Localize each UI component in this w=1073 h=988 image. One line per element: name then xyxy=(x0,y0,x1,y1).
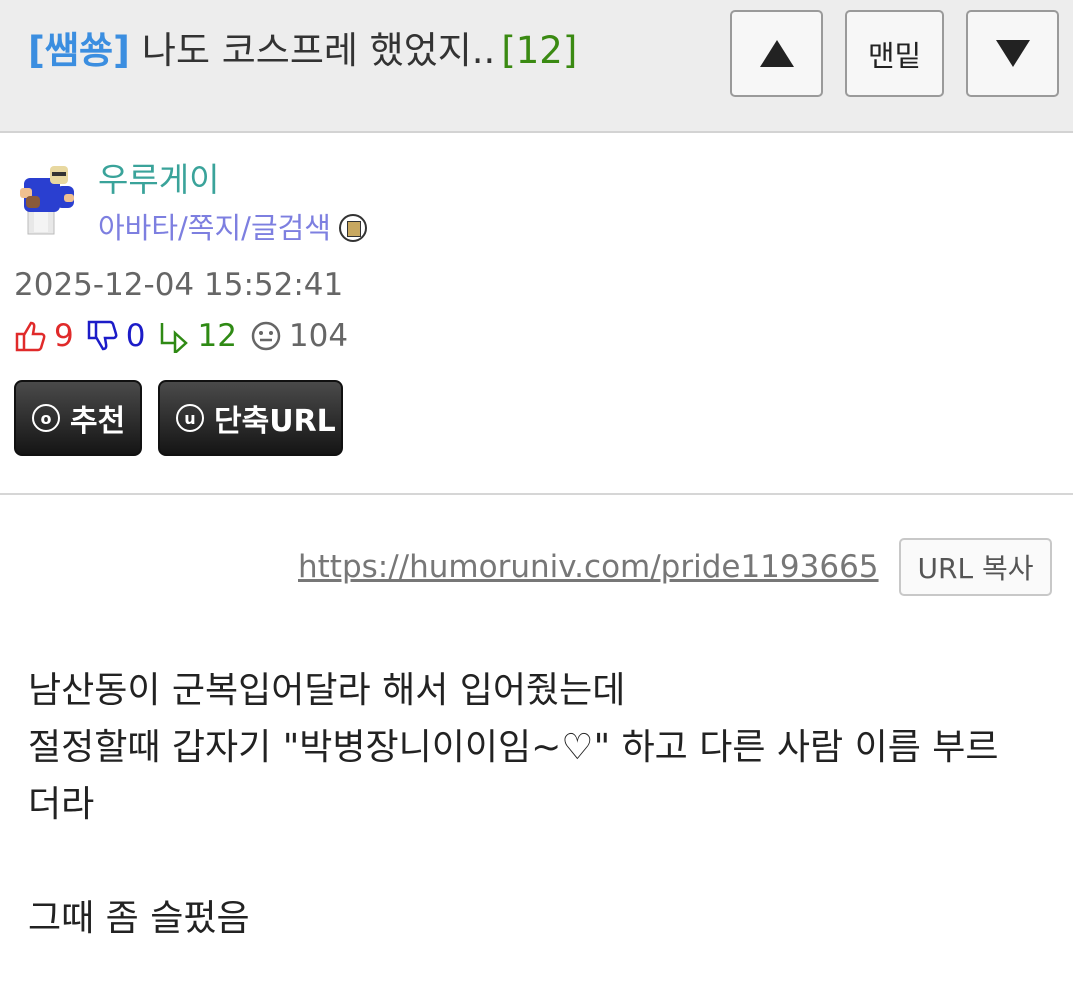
dislike-count: 0 xyxy=(125,318,146,354)
thumbs-down-icon xyxy=(87,320,118,351)
triangle-up-icon xyxy=(759,40,794,67)
short-url-button[interactable]: u 단축URL xyxy=(158,380,343,456)
scroll-up-button[interactable] xyxy=(730,10,823,97)
like-count: 9 xyxy=(54,318,74,354)
post-body: 남산동이 군복입어달라 해서 입어줬는데 절정할때 갑자기 "박병장니이이임~♡… xyxy=(28,662,1068,947)
reply-arrow-icon xyxy=(161,323,189,353)
body-line: 남산동이 군복입어달라 해서 입어줬는데 xyxy=(28,670,626,711)
view-count: 104 xyxy=(288,318,349,354)
recommend-button[interactable]: o 추천 xyxy=(14,380,142,456)
body-line: 더라 xyxy=(28,784,95,825)
short-url-label: 단축URL xyxy=(214,404,336,439)
thumbs-up-icon xyxy=(15,321,46,352)
author-menu-links[interactable]: 아바타/쪽지/글검색 xyxy=(98,210,331,246)
reply-count-stat: 12 xyxy=(197,318,237,354)
reply-count: [12] xyxy=(501,29,578,72)
triangle-down-icon xyxy=(995,40,1030,67)
body-line: 그때 좀 슬펐음 xyxy=(28,898,250,939)
scroll-bottom-button[interactable]: 맨밑 xyxy=(845,10,944,97)
short-url-icon: u xyxy=(176,404,204,432)
post-category: [쌤쑝] xyxy=(28,29,130,72)
scroll-down-button[interactable] xyxy=(966,10,1059,97)
copy-url-button[interactable]: URL 복사 xyxy=(899,538,1052,596)
post-header-bar: [쌤쑝] 나도 코스프레 했었지.. [12] 맨밑 xyxy=(0,0,1073,133)
recommend-icon: o xyxy=(32,404,60,432)
author-name[interactable]: 우루게이 xyxy=(98,160,219,200)
post-url-link[interactable]: https://humoruniv.com/pride1193665 xyxy=(298,548,879,586)
recommend-label: 추천 xyxy=(70,404,126,439)
level-badge-icon xyxy=(338,214,367,242)
body-line: 절정할때 갑자기 "박병장니이이임~♡" 하고 다른 사람 이름 부르 xyxy=(28,727,999,768)
pixel-avatar-icon[interactable] xyxy=(20,164,78,238)
post-stats: 9 0 12 104 xyxy=(14,318,360,354)
view-face-icon xyxy=(251,321,281,351)
section-divider xyxy=(0,493,1073,495)
author-links: 아바타/쪽지/글검색 xyxy=(98,210,367,246)
post-title: [쌤쑝] 나도 코스프레 했었지.. [12] xyxy=(28,28,577,74)
post-subject: 나도 코스프레 했었지.. xyxy=(141,29,496,72)
post-date: 2025-12-04 15:52:41 xyxy=(14,267,344,303)
